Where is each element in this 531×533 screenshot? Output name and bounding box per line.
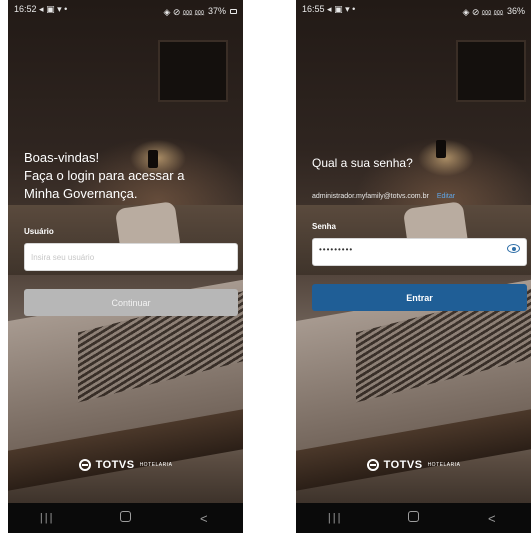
continue-button[interactable]: Continuar [24,289,238,316]
notification-icons: ◂ ▣ ▾ • [327,4,356,14]
password-label: Senha [312,222,337,231]
password-value[interactable]: ••••••••• [319,245,353,254]
back-icon[interactable]: < [477,511,507,526]
welcome-line-2: Faça o login para acessar a [24,168,185,183]
bed-frame [8,409,243,491]
wall-art [158,40,228,102]
password-question: Qual a sua senha? [312,156,413,170]
brand-name: TOTVS [95,459,135,471]
brand-logo: TOTVS HOTELARIA [296,459,531,471]
wall-lamp [436,140,446,158]
recent-apps-icon[interactable]: ||| [320,512,350,524]
welcome-line-1: Boas-vindas! [24,150,100,165]
notification-icons: ◂ ▣ ▾ • [39,4,68,14]
account-email: administrador.myfamily@totvs.com.br [312,193,429,200]
username-field[interactable] [24,243,238,271]
battery-level: 36% [506,6,525,16]
login-screen: 16:52 ◂ ▣ ▾ • ◈ ⊘ ⅏ ⅏ 37% Boas-vindas! F… [8,0,243,533]
password-field[interactable]: ••••••••• [312,238,527,266]
bed-frame [296,409,531,491]
brand-sub: HOTELARIA [427,462,461,468]
welcome-line-3: Minha Governança. [24,186,138,201]
edit-account-link[interactable]: Editar [437,193,455,200]
status-bar: 16:55 ◂ ▣ ▾ • ◈ ⊘ ⅏ ⅏ 36% [296,0,531,18]
brand-logo: TOTVS HOTELARIA [8,459,243,471]
wall-art [456,40,526,102]
totvs-logo-icon [78,459,91,471]
account-row: administrador.myfamily@totvs.com.br Edit… [312,193,455,200]
clock: 16:52 [14,4,37,14]
home-icon [119,511,131,522]
show-password-icon[interactable] [507,244,520,253]
status-right: ◈ ⊘ ⅏ ⅏ 37% [163,4,237,18]
brand-name: TOTVS [383,459,423,471]
status-bar: 16:52 ◂ ▣ ▾ • ◈ ⊘ ⅏ ⅏ 37% [8,0,243,18]
battery-level: 37% [207,6,226,16]
password-screen: 16:55 ◂ ▣ ▾ • ◈ ⊘ ⅏ ⅏ 36% Qual a sua sen… [296,0,531,533]
username-label: Usuário [24,227,54,236]
welcome-message: Boas-vindas! Faça o login para acessar a… [24,149,184,203]
signal-icons: ◈ ⊘ ⅏ ⅏ [462,6,503,17]
status-right: ◈ ⊘ ⅏ ⅏ 36% [462,4,525,18]
signal-icons: ◈ ⊘ ⅏ ⅏ [163,6,204,17]
home-icon [407,511,419,522]
clock: 16:55 [302,4,325,14]
status-left: 16:52 ◂ ▣ ▾ • [14,4,67,18]
android-nav-bar: ||| < [8,503,243,533]
battery-icon [230,8,237,14]
android-nav-bar: ||| < [296,503,531,533]
totvs-logo-icon [366,459,379,471]
back-icon[interactable]: < [189,511,219,526]
enter-button[interactable]: Entrar [312,284,527,311]
home-button[interactable] [398,511,428,525]
status-left: 16:55 ◂ ▣ ▾ • [302,4,355,18]
brand-sub: HOTELARIA [139,462,173,468]
username-input[interactable] [25,244,237,270]
recent-apps-icon[interactable]: ||| [32,512,62,524]
home-button[interactable] [110,511,140,525]
